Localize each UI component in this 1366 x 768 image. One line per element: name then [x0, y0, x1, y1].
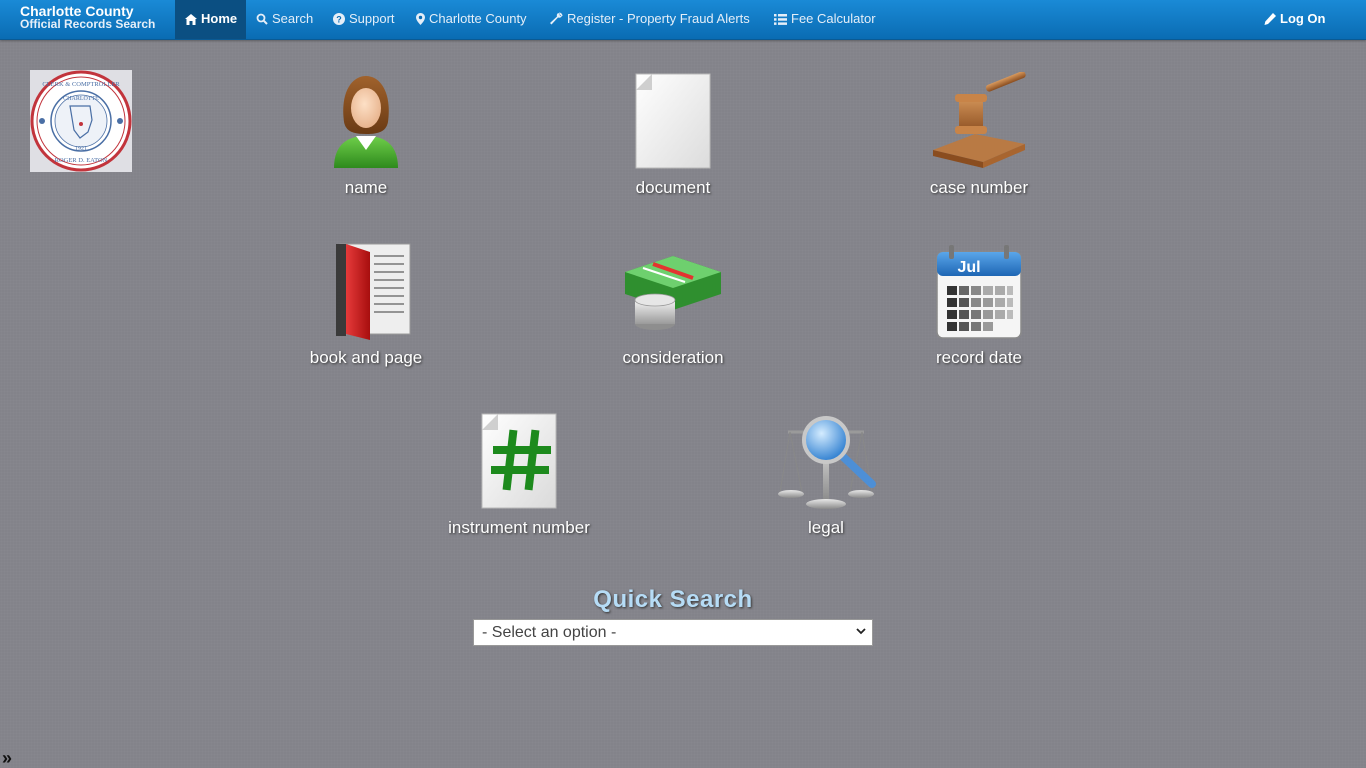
gavel-icon [933, 72, 1026, 168]
money-icon [625, 256, 721, 330]
nav-support-label: Support [349, 11, 395, 26]
book-icon [336, 243, 411, 340]
chevron-down-icon [856, 628, 866, 635]
nav-fee-calculator[interactable]: Fee Calculator [774, 0, 876, 39]
list-icon [774, 14, 787, 25]
tile-legal-label: legal [808, 518, 844, 537]
nav-search[interactable]: Search [256, 0, 313, 39]
nav-register-label: Register - Property Fraud Alerts [567, 11, 750, 26]
question-circle-icon: ? [333, 13, 345, 25]
tile-case-number-label: case number [929, 178, 1029, 197]
nav-home[interactable]: Home [175, 0, 246, 39]
sidebar-expander[interactable]: » [2, 748, 12, 768]
nav-support[interactable]: ? Support [333, 0, 395, 39]
person-icon [334, 76, 398, 168]
quick-search-select[interactable]: - Select an option - [473, 619, 873, 646]
map-marker-icon [416, 13, 425, 25]
svg-text:CHARLOTTE: CHARLOTTE [63, 96, 99, 102]
nav-log-on[interactable]: Log On [1264, 0, 1326, 39]
nav-register-fraud-alerts[interactable]: Register - Property Fraud Alerts [549, 0, 750, 39]
top-navbar: Charlotte County Official Records Search… [0, 0, 1366, 40]
tile-book-and-page-search[interactable]: book and page [266, 242, 466, 368]
svg-text:CLERK & COMPTROLLER: CLERK & COMPTROLLER [42, 81, 120, 88]
tile-consideration-label: consideration [622, 348, 724, 367]
quick-search-title: Quick Search [593, 586, 753, 613]
svg-text:ROGER D. EATON: ROGER D. EATON [55, 157, 108, 164]
wrench-icon [550, 12, 563, 25]
brand-subtitle: Official Records Search [20, 17, 156, 31]
tile-consideration-search[interactable]: consideration [573, 242, 773, 368]
nav-county[interactable]: Charlotte County [416, 0, 527, 39]
hash-document-icon [481, 413, 557, 509]
tile-instrument-number-label: instrument number [448, 518, 590, 537]
tile-name-search[interactable]: name [266, 72, 466, 198]
search-icon [256, 13, 268, 25]
tile-book-and-page-label: book and page [309, 348, 423, 367]
tile-record-date-search[interactable]: Jul record date [879, 242, 1079, 368]
tile-document-search[interactable]: document [573, 72, 773, 198]
nav-logon-label: Log On [1280, 11, 1326, 26]
document-icon [635, 73, 711, 169]
svg-text:1921: 1921 [75, 146, 87, 152]
nav-home-label: Home [201, 11, 238, 26]
tile-instrument-number-search[interactable]: instrument number [419, 412, 619, 538]
svg-text:?: ? [336, 15, 342, 25]
calendar-icon: Jul [936, 245, 1022, 339]
brand[interactable]: Charlotte County Official Records Search [20, 4, 156, 31]
nav-county-label: Charlotte County [429, 11, 527, 26]
scales-magnifier-icon [778, 416, 876, 509]
home-icon [185, 14, 197, 25]
tile-record-date-label: record date [936, 348, 1022, 367]
tile-case-number-search[interactable]: case number [879, 72, 1079, 198]
nav-fee-label: Fee Calculator [791, 11, 876, 26]
nav-search-label: Search [272, 11, 314, 26]
quick-search-selected-value: - Select an option - [482, 624, 617, 641]
tile-name-label: name [344, 178, 388, 197]
pencil-icon [1264, 13, 1276, 25]
tile-legal-search[interactable]: legal [726, 412, 926, 538]
county-seal-logo: CLERK & COMPTROLLER CHARLOTTE 1921 ROGER… [30, 70, 132, 172]
calendar-month: Jul [957, 259, 980, 276]
tile-document-label: document [635, 178, 711, 197]
